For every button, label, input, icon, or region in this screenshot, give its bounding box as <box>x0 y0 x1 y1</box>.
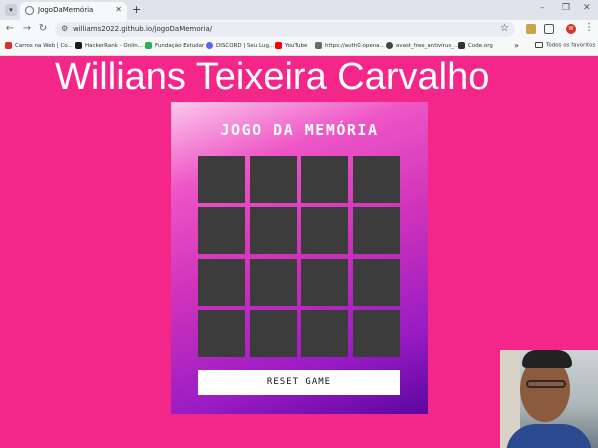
reset-game-button[interactable]: RESET GAME <box>198 370 400 395</box>
memory-card[interactable] <box>198 259 245 306</box>
youtube-icon <box>275 42 282 49</box>
minimize-icon[interactable]: – <box>540 3 545 13</box>
close-tab-icon[interactable]: ✕ <box>115 5 122 14</box>
webcam-person-hair <box>522 350 572 368</box>
bookmark-item[interactable]: Carros na Web | Co... <box>5 42 73 49</box>
folder-icon <box>535 42 543 48</box>
forward-icon[interactable]: → <box>21 23 33 34</box>
memory-game-board: JOGO DA MEMÓRIA RESET GAME <box>171 102 428 414</box>
bookmark-favicon-icon <box>5 42 12 49</box>
memory-card[interactable] <box>198 207 245 254</box>
memory-card[interactable] <box>301 207 348 254</box>
memory-card[interactable] <box>301 259 348 306</box>
memory-card[interactable] <box>353 310 400 357</box>
bookmarks-overflow-icon[interactable]: » <box>514 41 519 50</box>
webcam-person-glasses <box>526 380 566 388</box>
memory-card[interactable] <box>301 156 348 203</box>
bookmark-item[interactable]: HackerRank - Onlin... <box>75 42 143 49</box>
profile-avatar[interactable]: W <box>566 24 576 34</box>
memory-card[interactable] <box>250 310 297 357</box>
memory-card[interactable] <box>250 207 297 254</box>
tab-title: JogoDaMemória <box>38 6 94 14</box>
bookmark-item[interactable]: avast_free_antivirus_... <box>386 42 459 49</box>
navigation-bar: ← → ↻ ⚙ williams2022.github.io/jogoDaMem… <box>0 20 598 39</box>
memory-card[interactable] <box>198 310 245 357</box>
game-title: JOGO DA MEMÓRIA <box>220 121 379 139</box>
reload-icon[interactable]: ↻ <box>37 23 49 34</box>
bookmark-favicon-icon <box>315 42 322 49</box>
grid-icon <box>458 42 465 49</box>
globe-icon <box>25 6 34 15</box>
browser-tab[interactable]: JogoDaMemória ✕ <box>20 2 127 20</box>
maximize-icon[interactable]: ❐ <box>562 3 570 13</box>
memory-card[interactable] <box>250 156 297 203</box>
webcam-overlay <box>500 350 598 448</box>
address-bar[interactable]: ⚙ williams2022.github.io/jogoDaMemoria/ … <box>55 22 515 37</box>
page-heading: Willians Teixeira Carvalho <box>55 56 490 98</box>
bookmark-favicon-icon <box>206 42 213 49</box>
all-bookmarks-folder[interactable]: Todos os favoritos <box>535 42 595 49</box>
extensions-puzzle-icon[interactable] <box>544 24 554 34</box>
bookmark-item[interactable]: https://auth0.opena... <box>315 42 385 49</box>
memory-card[interactable] <box>301 310 348 357</box>
memory-card[interactable] <box>353 207 400 254</box>
url-text[interactable]: williams2022.github.io/jogoDaMemoria/ <box>73 25 212 33</box>
bookmark-star-icon[interactable]: ☆ <box>500 23 509 34</box>
memory-card[interactable] <box>353 156 400 203</box>
tab-strip: ▾ JogoDaMemória ✕ + – ❐ ✕ <box>0 0 598 20</box>
tab-search-button[interactable]: ▾ <box>5 4 17 16</box>
globe-icon <box>386 42 393 49</box>
bookmark-item[interactable]: Code.org <box>458 42 493 49</box>
close-window-icon[interactable]: ✕ <box>583 3 591 13</box>
memory-card[interactable] <box>250 259 297 306</box>
bookmark-item[interactable]: DISCORD | Seu Lug... <box>206 42 274 49</box>
site-info-icon[interactable]: ⚙ <box>61 24 68 33</box>
extension-icon[interactable] <box>526 24 536 34</box>
bookmark-favicon-icon <box>145 42 152 49</box>
bookmark-item[interactable]: Fundação Estudar <box>145 42 204 49</box>
memory-card[interactable] <box>353 259 400 306</box>
new-tab-button[interactable]: + <box>132 3 141 16</box>
browser-menu-icon[interactable]: ⋮ <box>584 22 594 33</box>
bookmark-item[interactable]: YouTube <box>275 42 307 49</box>
memory-card[interactable] <box>198 156 245 203</box>
bookmark-favicon-icon <box>75 42 82 49</box>
bookmarks-bar: Carros na Web | Co... HackerRank - Onlin… <box>0 39 598 56</box>
back-icon[interactable]: ← <box>4 23 16 34</box>
